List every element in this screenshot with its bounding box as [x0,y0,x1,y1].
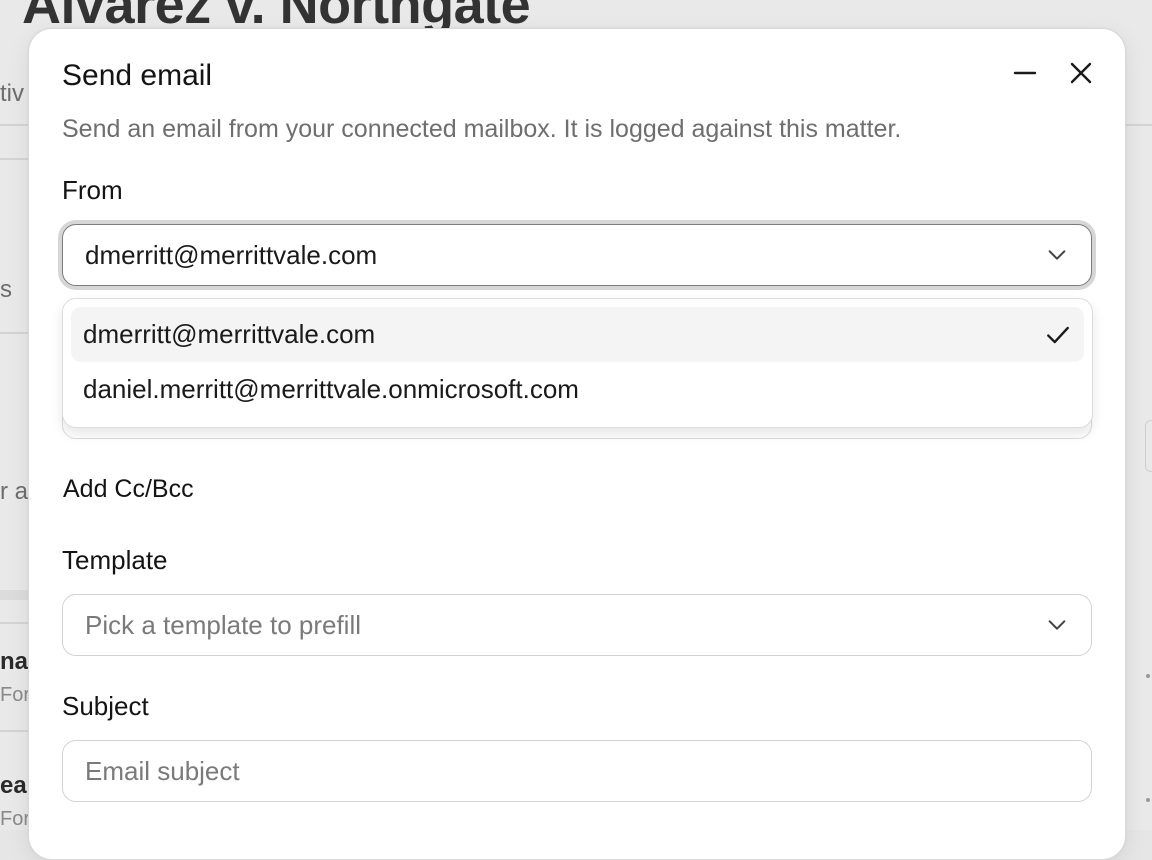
subject-label: Subject [62,691,149,721]
from-label: From [62,175,123,205]
add-cc-bcc-button[interactable]: Add Cc/Bcc [63,475,194,504]
bg-divider [1126,124,1152,126]
bg-divider [0,730,28,732]
bg-divider [0,332,28,334]
bg-divider [0,124,28,126]
from-select-value: dmerritt@merrittvale.com [85,239,378,270]
bg-tab-fragment: tiv [0,80,24,107]
check-icon [1044,321,1072,349]
bg-divider [0,158,28,160]
bg-row-title: na [0,648,29,675]
minus-icon [1013,71,1037,75]
bg-section-band [0,590,30,600]
bg-bullet [1146,674,1150,678]
close-icon [1070,62,1092,84]
bg-text-fragment: r a [0,478,29,505]
template-label: Template [62,545,168,575]
bg-text-fragment: s [0,276,12,303]
template-select-placeholder: Pick a template to prefill [85,609,362,640]
bg-divider [0,622,28,624]
bg-right-control [1145,420,1152,472]
chevron-down-icon [1045,243,1069,267]
dialog-title: Send email [62,59,213,92]
from-option-label: daniel.merritt@merrittvale.onmicrosoft.c… [83,374,579,404]
from-option[interactable]: dmerritt@merrittvale.com [71,307,1084,362]
bg-row-subtitle: For [0,808,30,830]
subject-input[interactable] [62,740,1092,802]
bg-row-subtitle: For [0,684,30,706]
minimize-button[interactable] [1007,55,1043,91]
chevron-down-icon [1045,613,1069,637]
template-select[interactable]: Pick a template to prefill [62,594,1092,656]
from-select[interactable]: dmerritt@merrittvale.com [62,224,1092,286]
send-email-dialog: Send email Send an email from your conne… [28,28,1126,860]
bg-bullet [1146,798,1150,802]
from-option-label: dmerritt@merrittvale.com [83,319,376,349]
dialog-description: Send an email from your connected mailbo… [62,115,902,143]
close-button[interactable] [1063,55,1099,91]
from-dropdown-menu: dmerritt@merrittvale.com daniel.merritt@… [62,298,1093,428]
from-option[interactable]: daniel.merritt@merrittvale.onmicrosoft.c… [71,362,1084,417]
